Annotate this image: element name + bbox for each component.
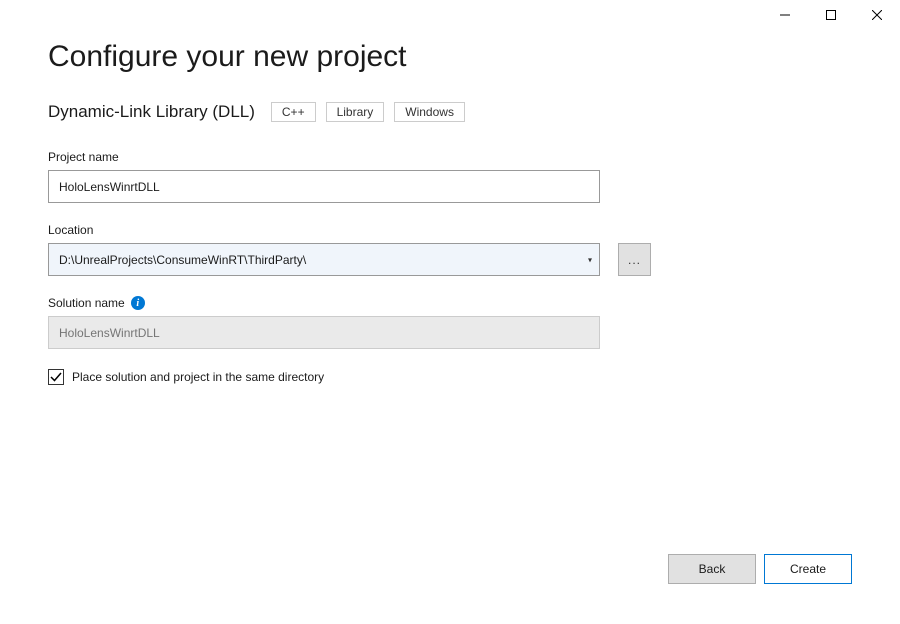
checkmark-icon xyxy=(50,371,62,383)
minimize-button[interactable] xyxy=(762,0,808,30)
same-directory-checkbox[interactable] xyxy=(48,369,64,385)
location-group: Location ▾ ... xyxy=(48,223,852,276)
template-tags: C++ Library Windows xyxy=(271,102,465,122)
create-button[interactable]: Create xyxy=(764,554,852,584)
close-button[interactable] xyxy=(854,0,900,30)
maximize-icon xyxy=(826,10,836,20)
browse-button[interactable]: ... xyxy=(618,243,651,276)
project-name-label: Project name xyxy=(48,150,852,164)
project-template-name: Dynamic-Link Library (DLL) xyxy=(48,102,255,122)
info-icon: i xyxy=(131,296,145,310)
subtitle-row: Dynamic-Link Library (DLL) C++ Library W… xyxy=(48,102,852,122)
solution-name-label-text: Solution name xyxy=(48,296,125,310)
project-name-group: Project name xyxy=(48,150,852,203)
window-controls xyxy=(762,0,900,30)
same-directory-row: Place solution and project in the same d… xyxy=(48,369,852,385)
dialog-content: Configure your new project Dynamic-Link … xyxy=(0,0,900,385)
same-directory-label: Place solution and project in the same d… xyxy=(72,370,324,384)
tag-item: Library xyxy=(326,102,385,122)
tag-item: C++ xyxy=(271,102,316,122)
solution-name-label: Solution name i xyxy=(48,296,852,310)
close-icon xyxy=(872,10,882,20)
location-label: Location xyxy=(48,223,852,237)
solution-name-group: Solution name i xyxy=(48,296,852,349)
maximize-button[interactable] xyxy=(808,0,854,30)
back-button[interactable]: Back xyxy=(668,554,756,584)
dialog-footer: Back Create xyxy=(668,554,852,584)
solution-name-input xyxy=(48,316,600,349)
location-combobox[interactable] xyxy=(48,243,600,276)
minimize-icon xyxy=(780,10,790,20)
project-name-input[interactable] xyxy=(48,170,600,203)
tag-item: Windows xyxy=(394,102,465,122)
location-select-wrap: ▾ xyxy=(48,243,600,276)
location-row: ▾ ... xyxy=(48,243,852,276)
page-title: Configure your new project xyxy=(48,40,852,74)
